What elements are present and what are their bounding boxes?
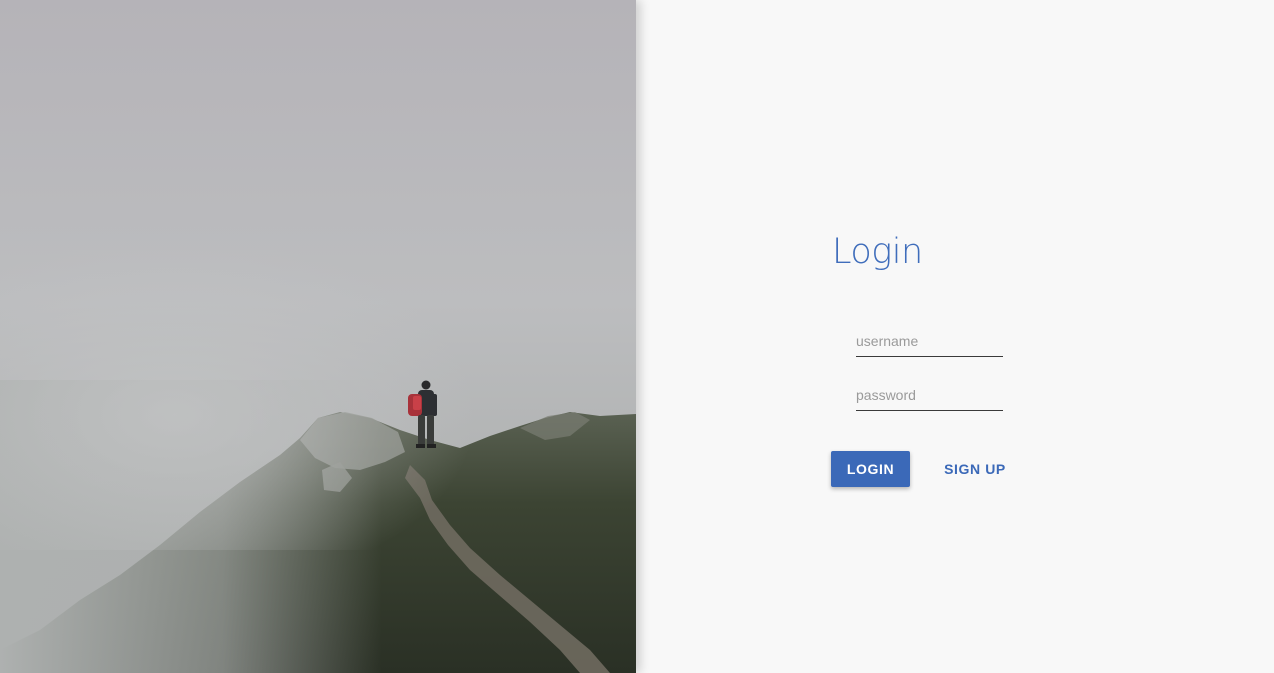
password-field [856,382,1003,411]
username-input[interactable] [856,328,1003,354]
hero-photo [0,0,636,673]
login-title: Login [832,232,923,272]
login-panel: Login LOGIN SIGN UP [636,0,1274,673]
password-input[interactable] [856,382,1003,408]
login-page: Login LOGIN SIGN UP [0,0,1274,673]
signup-button[interactable]: SIGN UP [936,451,1014,487]
login-button[interactable]: LOGIN [831,451,910,487]
misty-mountain-illustration [0,0,636,673]
username-field [856,328,1003,357]
